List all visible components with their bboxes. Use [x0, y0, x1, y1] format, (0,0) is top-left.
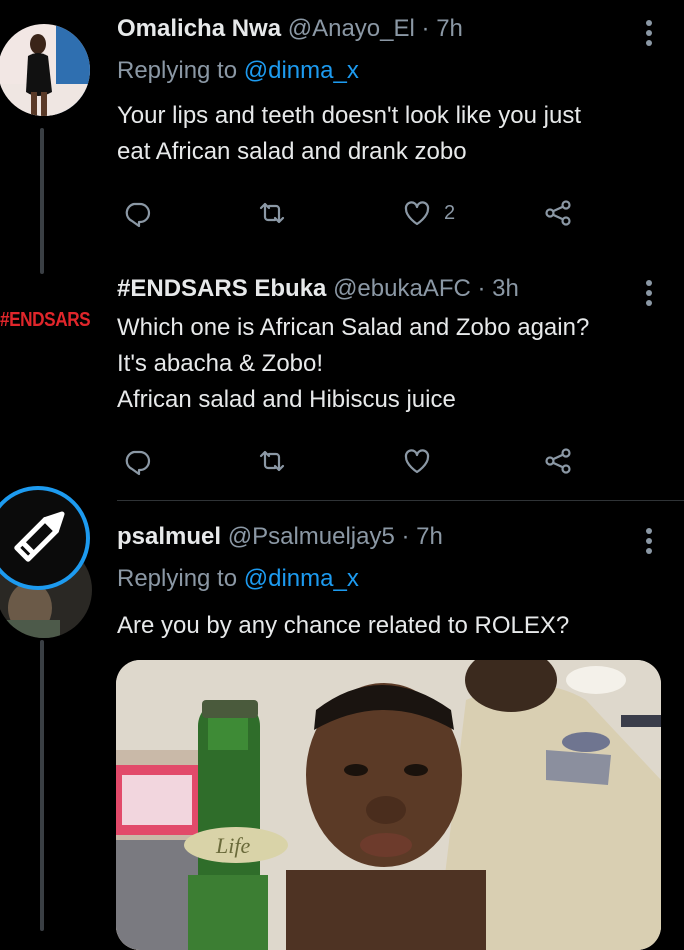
tweet-text-line: African salad and Hibiscus juice — [117, 386, 456, 413]
author-name[interactable]: psalmuel — [117, 523, 221, 550]
share-icon — [545, 200, 571, 226]
tweet-text-line: Your lips and teeth doesn't look like yo… — [117, 102, 581, 129]
thread-line — [40, 640, 44, 931]
retweet-button[interactable] — [257, 195, 287, 231]
timestamp[interactable]: 7h — [436, 15, 463, 42]
tweet-text-line: Which one is African Salad and Zobo agai… — [117, 314, 590, 341]
like-icon — [404, 201, 430, 226]
like-count: 2 — [444, 201, 456, 224]
replying-prefix: Replying to — [117, 57, 244, 84]
compose-icon — [14, 511, 65, 562]
timestamp[interactable]: 7h — [416, 523, 443, 550]
author-handle[interactable]: @ebukaAFC — [333, 275, 471, 302]
author-handle[interactable]: @Anayo_El — [288, 15, 415, 42]
more-icon[interactable] — [646, 280, 652, 310]
tweet-text: Which one is African Salad and Zobo agai… — [117, 310, 589, 418]
tweet-media-image[interactable]: Life — [116, 660, 661, 950]
action-bar — [117, 443, 587, 479]
compose-button[interactable] — [0, 486, 90, 590]
tweet-text: Are you by any chance related to ROLEX? — [117, 608, 569, 644]
tweet-2[interactable]: #ENDSARS #ENDSARS Ebuka @ebukaAFC · 3h W… — [0, 274, 684, 500]
tweet-divider — [117, 500, 684, 501]
author-handle[interactable]: @Psalmueljay5 — [228, 523, 395, 550]
share-icon — [545, 448, 571, 474]
timestamp[interactable]: 3h — [492, 275, 519, 302]
share-button[interactable] — [543, 443, 573, 479]
thread-line — [40, 128, 44, 274]
retweet-icon — [259, 202, 285, 224]
tweet-header: #ENDSARS Ebuka @ebukaAFC · 3h — [117, 274, 519, 304]
more-icon[interactable] — [646, 20, 652, 50]
retweet-button[interactable] — [257, 443, 287, 479]
replying-to: Replying to @dinma_x — [117, 564, 359, 594]
like-button[interactable]: 2 — [402, 195, 455, 231]
tweet-text-line: It's abacha & Zobo! — [117, 350, 324, 377]
separator: · — [401, 523, 410, 550]
tweet-text-line: Are you by any chance related to ROLEX? — [117, 612, 570, 639]
author-name[interactable]: #ENDSARS Ebuka — [117, 275, 326, 302]
tweet-text: Your lips and teeth doesn't look like yo… — [117, 98, 581, 170]
tweet-header: psalmuel @Psalmueljay5 · 7h — [117, 522, 443, 552]
separator: · — [477, 275, 486, 302]
retweet-icon — [259, 450, 285, 472]
author-name[interactable]: Omalicha Nwa — [117, 15, 281, 42]
more-icon[interactable] — [646, 528, 652, 558]
tweet-1[interactable]: Omalicha Nwa @Anayo_El · 7h Replying to … — [0, 14, 684, 274]
reply-button[interactable] — [122, 195, 152, 231]
like-button[interactable] — [402, 443, 432, 479]
like-icon — [404, 449, 430, 474]
replying-prefix: Replying to — [117, 565, 244, 592]
bottle-label: Life — [215, 833, 250, 858]
tweet-text-line: eat African salad and drank zobo — [117, 138, 467, 165]
mention-link[interactable]: @dinma_x — [244, 565, 359, 592]
avatar-omalicha[interactable] — [0, 14, 94, 126]
reply-button[interactable] — [122, 443, 152, 479]
mention-link[interactable]: @dinma_x — [244, 57, 359, 84]
reply-icon — [125, 450, 151, 476]
avatar-endsars[interactable]: #ENDSARS — [0, 300, 92, 344]
separator: · — [421, 15, 430, 42]
avatar-text: #ENDSARS — [0, 309, 91, 331]
tweet-header: Omalicha Nwa @Anayo_El · 7h — [117, 14, 463, 44]
reply-icon — [125, 202, 151, 228]
action-bar: 2 — [117, 195, 587, 231]
share-button[interactable] — [543, 195, 573, 231]
replying-to: Replying to @dinma_x — [117, 56, 359, 86]
